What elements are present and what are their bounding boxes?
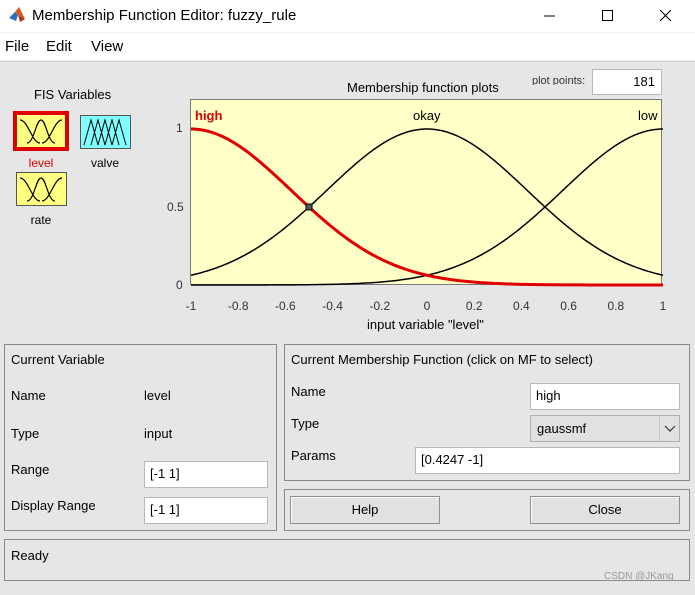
y-tick-label: 1 [176,121,183,135]
fis-variables-header: FIS Variables [34,87,112,102]
variable-type-label: Type [11,426,40,441]
status-text: Ready [11,548,49,563]
x-tick-label: 1 [659,299,667,313]
x-tick-label: 0.4 [513,299,530,313]
x-tick-label: -0.2 [369,299,391,313]
mf-type-value: gaussmf [537,421,587,436]
mf-curve-okay[interactable] [190,128,664,276]
mf-curve-high[interactable] [190,127,663,287]
membership-plot[interactable] [190,99,664,287]
current-variable-header: Current Variable [11,352,105,367]
params-label: Params [291,448,336,463]
mf-name-input[interactable]: high [530,383,680,410]
x-axis-label: input variable "level" [367,317,484,332]
menu-bar: File Edit View [0,33,695,60]
x-tick-label: 0.8 [607,299,625,313]
fis-var-valve[interactable] [80,115,131,149]
y-tick-label: 0.5 [167,200,184,214]
x-tick-label: -0.8 [227,299,249,313]
menu-file[interactable]: File [5,38,29,55]
watermark: CSDN @JKang [604,571,674,582]
display-range-label: Display Range [11,498,96,513]
x-tick-label: 0.6 [560,299,577,313]
fis-var-level-label: level [28,156,54,170]
range-label: Range [11,462,50,477]
menu-view[interactable]: View [91,38,123,55]
help-button[interactable]: Help [290,496,440,524]
params-input[interactable]: [0.4247 -1] [415,447,680,474]
mf-label-high[interactable]: high [195,108,222,123]
variable-name-label: Name [11,388,46,403]
mf-shape-icon [83,118,127,146]
minimize-button[interactable] [527,0,573,32]
mf-label-low[interactable]: low [638,108,658,123]
mf-type-label: Type [291,416,320,431]
current-mf-header: Current Membership Function (click on MF… [291,352,593,367]
x-tick-label: -0.6 [275,299,296,313]
x-tick-label: -1 [185,299,197,313]
plot-points-label: plot points: [532,75,586,85]
close-icon [660,10,672,22]
window-title: Membership Function Editor: fuzzy_rule [32,7,297,24]
chevron-down-icon [664,425,676,432]
fis-var-level[interactable] [13,111,69,151]
fis-var-rate-label: rate [30,213,52,227]
close-button[interactable]: Close [530,496,680,524]
select-divider [659,416,660,441]
mf-curve-low[interactable] [191,128,664,286]
range-input[interactable]: [-1 1] [144,461,268,488]
display-range-input[interactable]: [-1 1] [144,497,268,524]
maximize-icon [602,10,613,21]
close-window-button[interactable] [643,0,689,32]
variable-name-value: level [144,388,171,403]
mf-label-okay[interactable]: okay [413,108,440,123]
mf-shape-icon [19,119,63,144]
matlab-icon [9,7,25,22]
plot-points-input[interactable]: 181 [592,69,662,95]
mf-type-select[interactable]: gaussmf [530,415,680,442]
x-tick-label: -0.4 [322,299,343,313]
fis-var-valve-label: valve [90,156,119,170]
x-tick-label: 0 [423,299,431,313]
title-bar: Membership Function Editor: fuzzy_rule [0,0,695,32]
variable-type-value: input [144,426,173,441]
maximize-button[interactable] [585,0,631,32]
menu-edit[interactable]: Edit [46,38,72,55]
mf-shape-icon [19,177,63,202]
fis-var-rate[interactable] [16,172,67,206]
status-panel [4,539,690,581]
mf-marker [305,203,313,211]
plot-title: Membership function plots [347,80,499,95]
y-tick-label: 0 [176,278,183,292]
x-tick-label: 0.2 [465,299,483,313]
minimize-icon [544,15,555,17]
mf-name-label: Name [291,384,326,399]
